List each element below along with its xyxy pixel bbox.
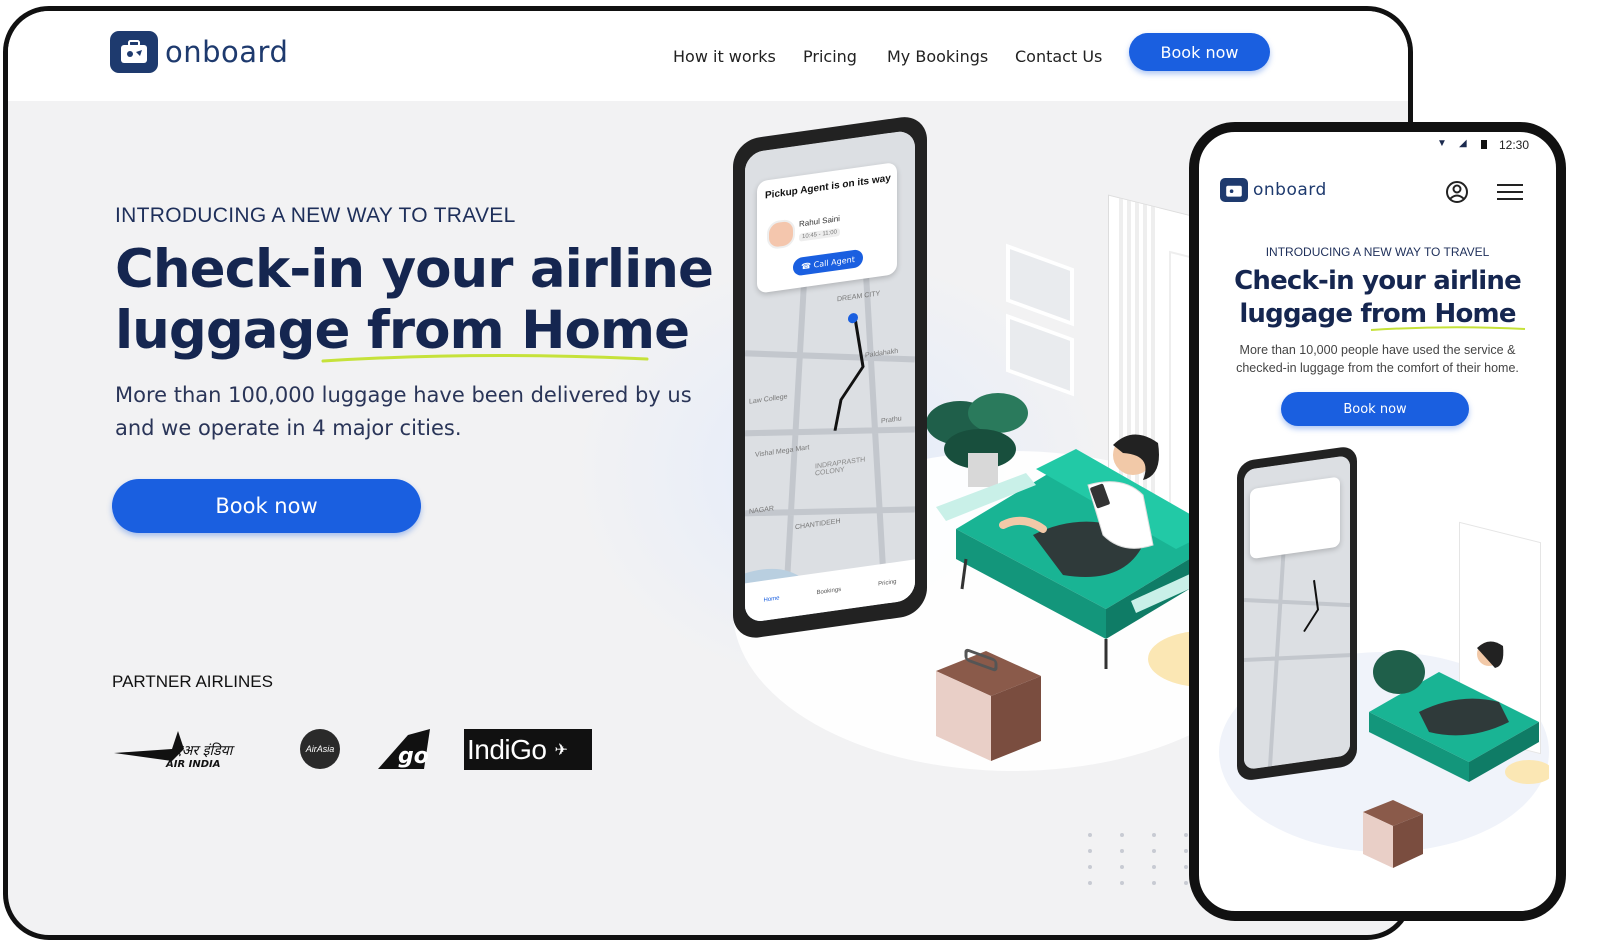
plane-icon: ✈	[554, 741, 568, 759]
call-agent-button: ☎ Call Agent	[793, 248, 863, 277]
pickup-agent-card: Pickup Agent is on its way Rahul Saini 1…	[757, 161, 897, 294]
air-india-hindi: एअर इंडिया	[174, 742, 236, 759]
mobile-brand-logo[interactable]: onboard	[1220, 178, 1327, 202]
mobile-hero-title: Check-in your airline luggage from Home	[1199, 265, 1556, 331]
mobile-highlight-underline	[1370, 326, 1526, 331]
battery-icon	[1481, 140, 1487, 149]
tab-home: Home	[763, 595, 780, 604]
highlight-underline	[321, 353, 649, 363]
nav-pricing[interactable]: Pricing	[803, 47, 857, 66]
nav-how-it-works[interactable]: How it works	[673, 47, 776, 66]
mobile-brand-name: onboard	[1253, 180, 1327, 200]
air-india-logo: एअर इंडिया AIR INDIA	[112, 727, 262, 771]
suitcase-illustration	[936, 648, 1041, 761]
mobile-book-now-button[interactable]: Book now	[1281, 392, 1469, 426]
mobile-hero-subtitle: More than 10,000 people have used the se…	[1236, 343, 1519, 375]
phone-icon: ☎	[801, 260, 812, 271]
tab-pricing: Pricing	[878, 579, 897, 588]
suitcase-logo-icon	[110, 31, 158, 73]
account-icon[interactable]	[1445, 180, 1469, 204]
mobile-suitcase-illustration	[1363, 800, 1423, 868]
nav-book-now-button[interactable]: Book now	[1129, 33, 1270, 71]
status-time: 12:30	[1499, 138, 1530, 152]
indigo-logo: IndiGo ✈	[464, 729, 592, 770]
hero-subtitle: More than 100,000 luggage have been deli…	[115, 383, 692, 440]
tab-bookings: Bookings	[816, 586, 842, 597]
suitcase-logo-icon	[1220, 178, 1248, 202]
agent-time-slot: 10:45 - 11:00	[799, 227, 840, 242]
brand-name: onboard	[165, 35, 289, 69]
mobile-hero-kicker: INTRODUCING A NEW WAY TO TRAVEL	[1265, 245, 1490, 259]
mobile-sofa-illustration	[1369, 641, 1549, 784]
woman-illustration	[999, 434, 1159, 577]
mobile-illustration-phone	[1237, 444, 1362, 792]
indigo-logo-text: IndiGo	[467, 733, 547, 765]
partners-label: PARTNER AIRLINES	[112, 672, 273, 691]
wifi-icon: ▼	[1437, 138, 1447, 149]
top-navbar: onboard How it works Pricing My Bookings…	[8, 11, 1408, 101]
agent-avatar	[767, 218, 795, 251]
mobile-frame: ▼ ◢ 12:30 onboard INTRODUCING A NEW WAY …	[1189, 122, 1566, 921]
status-bar: ▼ ◢ 12:30	[1199, 132, 1556, 156]
illustration-phone: DREAM CITY Paldahakh Law College Vishal …	[733, 111, 943, 661]
signal-icon: ◢	[1459, 138, 1467, 149]
mobile-pickup-agent-card	[1250, 476, 1340, 560]
call-agent-label: Call Agent	[813, 254, 855, 270]
illustration-phone-screen: DREAM CITY Paldahakh Law College Vishal …	[745, 129, 915, 624]
hero-kicker: INTRODUCING A NEW WAY TO TRAVEL	[115, 204, 516, 227]
hero-title-line1: Check-in your airline	[115, 239, 714, 300]
go-logo-text: go	[398, 744, 429, 769]
mobile-hero-title-line1: Check-in your airline	[1234, 266, 1522, 296]
air-india-name: AIR INDIA	[165, 759, 221, 770]
agent-name: Rahul Saini	[799, 213, 840, 229]
hero-book-now-button[interactable]: Book now	[112, 479, 421, 533]
nav-my-bookings[interactable]: My Bookings	[887, 47, 988, 66]
brand-logo[interactable]: onboard	[110, 31, 288, 73]
airasia-logo: AirAsia	[300, 729, 340, 769]
go-logo: go	[378, 729, 430, 769]
menu-icon[interactable]	[1495, 182, 1525, 202]
hero-title: Check-in your airline luggage from Home	[115, 239, 735, 361]
nav-contact-us[interactable]: Contact Us	[1015, 47, 1102, 66]
